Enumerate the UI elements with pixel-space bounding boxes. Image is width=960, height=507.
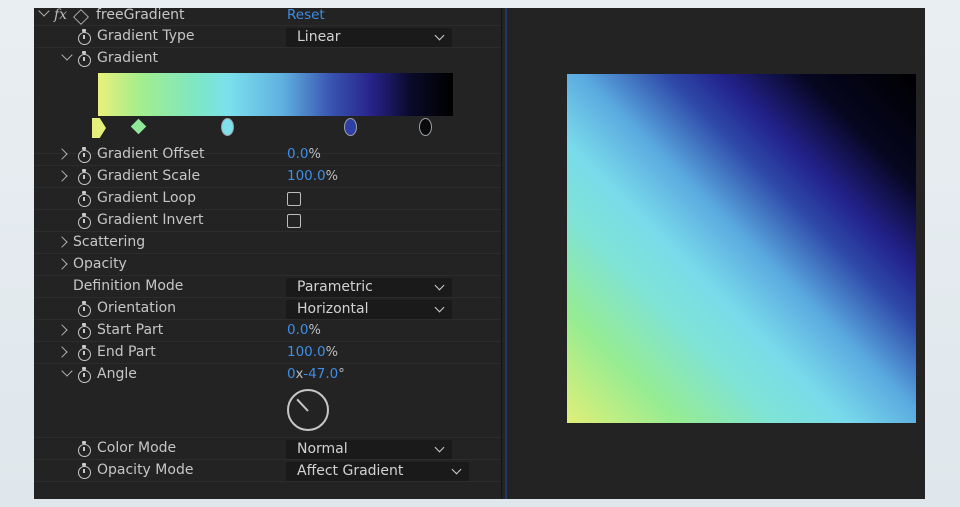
percent-unit: % bbox=[308, 323, 321, 338]
row-gradient-offset: Gradient Offset 0.0% bbox=[34, 144, 501, 166]
gradient-loop-checkbox[interactable] bbox=[287, 192, 301, 206]
gradient-render-preview bbox=[567, 74, 916, 423]
expand-chevron-icon[interactable] bbox=[56, 258, 68, 270]
panel-divider[interactable] bbox=[501, 8, 502, 499]
stopwatch-icon[interactable] bbox=[77, 213, 91, 229]
expand-chevron-icon[interactable] bbox=[56, 346, 68, 358]
stopwatch-icon[interactable] bbox=[77, 441, 91, 457]
gradient-preview-bar[interactable] bbox=[98, 73, 453, 116]
row-opacity[interactable]: Opacity bbox=[34, 254, 501, 276]
angle-degrees[interactable]: -47.0 bbox=[303, 366, 338, 382]
stopwatch-icon[interactable] bbox=[77, 367, 91, 383]
start-part-value[interactable]: 0.0% bbox=[287, 322, 321, 338]
gradient-scale-value[interactable]: 100.0% bbox=[287, 168, 338, 184]
end-part-number[interactable]: 100.0 bbox=[287, 344, 326, 360]
row-start-part: Start Part 0.0% bbox=[34, 320, 501, 342]
chevron-down-icon bbox=[434, 442, 445, 453]
color-mode-dropdown[interactable]: Normal bbox=[286, 440, 452, 459]
collapse-chevron-icon[interactable] bbox=[38, 8, 50, 17]
stopwatch-icon[interactable] bbox=[77, 463, 91, 479]
expand-chevron-icon[interactable] bbox=[56, 170, 68, 182]
orientation-dropdown[interactable]: Horizontal bbox=[286, 300, 452, 319]
effect-controls-panel: fx freeGradient Reset Gradient Type Line… bbox=[34, 8, 501, 499]
row-gradient-scale: Gradient Scale 100.0% bbox=[34, 166, 501, 188]
fx-icon[interactable]: fx bbox=[54, 8, 67, 23]
gradient-scale-label: Gradient Scale bbox=[97, 168, 201, 184]
start-part-number[interactable]: 0.0 bbox=[287, 322, 308, 338]
definition-mode-value: Parametric bbox=[297, 279, 373, 295]
degree-unit: ° bbox=[338, 367, 345, 382]
row-opacity-mode: Opacity Mode Affect Gradient bbox=[34, 460, 501, 482]
gradient-type-value: Linear bbox=[297, 29, 341, 45]
gradient-stop-3[interactable] bbox=[221, 118, 234, 136]
opacity-mode-dropdown[interactable]: Affect Gradient bbox=[286, 462, 469, 481]
row-scattering[interactable]: Scattering bbox=[34, 232, 501, 254]
definition-mode-dropdown[interactable]: Parametric bbox=[286, 278, 452, 297]
stopwatch-icon[interactable] bbox=[77, 147, 91, 163]
collapse-chevron-icon[interactable] bbox=[61, 365, 73, 377]
effect-name: freeGradient bbox=[96, 8, 185, 23]
gradient-offset-label: Gradient Offset bbox=[97, 146, 205, 162]
gradient-loop-label: Gradient Loop bbox=[97, 190, 196, 206]
stopwatch-icon[interactable] bbox=[77, 169, 91, 185]
opacity-group-label[interactable]: Opacity bbox=[73, 256, 127, 272]
gradient-stop-4[interactable] bbox=[344, 118, 357, 136]
chevron-down-icon bbox=[434, 280, 445, 291]
expand-chevron-icon[interactable] bbox=[56, 236, 68, 248]
chevron-down-icon bbox=[434, 302, 445, 313]
gradient-invert-checkbox[interactable] bbox=[287, 214, 301, 228]
angle-dial[interactable] bbox=[287, 389, 329, 431]
opacity-mode-value: Affect Gradient bbox=[297, 463, 404, 479]
angle-dial-hand bbox=[296, 398, 309, 412]
start-part-label: Start Part bbox=[97, 322, 164, 338]
gradient-scale-number[interactable]: 100.0 bbox=[287, 168, 326, 184]
stopwatch-icon[interactable] bbox=[77, 191, 91, 207]
effect-header-row[interactable]: fx freeGradient Reset bbox=[34, 8, 501, 26]
end-part-label: End Part bbox=[97, 344, 156, 360]
gradient-type-dropdown[interactable]: Linear bbox=[286, 28, 452, 47]
gradient-invert-label: Gradient Invert bbox=[97, 212, 204, 228]
percent-unit: % bbox=[308, 147, 321, 162]
row-end-part: End Part 100.0% bbox=[34, 342, 501, 364]
opacity-mode-label: Opacity Mode bbox=[97, 462, 194, 478]
percent-unit: % bbox=[325, 169, 339, 184]
stopwatch-icon[interactable] bbox=[77, 345, 91, 361]
row-color-mode: Color Mode Normal bbox=[34, 438, 501, 460]
stopwatch-icon[interactable] bbox=[77, 29, 91, 45]
row-orientation: Orientation Horizontal bbox=[34, 298, 501, 320]
scattering-group-label[interactable]: Scattering bbox=[73, 234, 145, 250]
reset-link[interactable]: Reset bbox=[287, 8, 325, 23]
expand-chevron-icon[interactable] bbox=[56, 148, 68, 160]
end-part-value[interactable]: 100.0% bbox=[287, 344, 338, 360]
angle-label: Angle bbox=[97, 366, 137, 382]
chevron-down-icon bbox=[451, 464, 462, 475]
gradient-stop-5[interactable] bbox=[419, 118, 432, 136]
orientation-label: Orientation bbox=[97, 300, 177, 316]
orientation-value: Horizontal bbox=[297, 301, 369, 317]
stopwatch-icon[interactable] bbox=[77, 323, 91, 339]
chevron-down-icon bbox=[434, 30, 445, 41]
gradient-offset-value[interactable]: 0.0% bbox=[287, 146, 321, 162]
definition-mode-label: Definition Mode bbox=[73, 278, 184, 294]
row-angle: Angle 0x-47.0° bbox=[34, 364, 501, 438]
angle-value[interactable]: 0x-47.0° bbox=[287, 366, 345, 382]
row-gradient-type: Gradient Type Linear bbox=[34, 26, 501, 48]
percent-unit: % bbox=[325, 345, 339, 360]
color-mode-value: Normal bbox=[297, 441, 348, 457]
angle-revolutions[interactable]: 0 bbox=[287, 366, 296, 382]
collapse-chevron-icon[interactable] bbox=[61, 49, 73, 61]
row-gradient-loop: Gradient Loop bbox=[34, 188, 501, 210]
stopwatch-icon[interactable] bbox=[77, 51, 91, 67]
gradient-offset-number[interactable]: 0.0 bbox=[287, 146, 308, 162]
gradient-type-label: Gradient Type bbox=[97, 28, 195, 44]
stopwatch-icon[interactable] bbox=[77, 301, 91, 317]
composition-viewer[interactable] bbox=[507, 8, 925, 499]
expand-chevron-icon[interactable] bbox=[56, 324, 68, 336]
row-gradient-invert: Gradient Invert bbox=[34, 210, 501, 232]
after-effects-window: fx freeGradient Reset Gradient Type Line… bbox=[34, 8, 925, 499]
row-definition-mode: Definition Mode Parametric bbox=[34, 276, 501, 298]
cube-icon bbox=[73, 9, 89, 25]
color-mode-label: Color Mode bbox=[97, 440, 177, 456]
gradient-label: Gradient bbox=[97, 50, 158, 66]
